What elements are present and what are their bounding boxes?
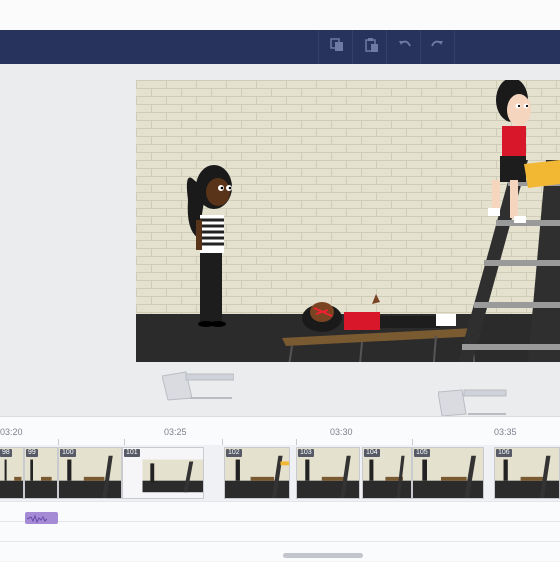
time-label: 03:35 bbox=[494, 427, 517, 437]
scene-thumbnail[interactable]: 106 bbox=[494, 447, 560, 499]
scene-number: 104 bbox=[364, 449, 380, 457]
timeline-panel: 03:20 03:25 03:30 03:35 98 99 100 101 10… bbox=[0, 416, 560, 561]
timeline-track[interactable] bbox=[0, 541, 560, 562]
scene-thumbnail[interactable]: 98 bbox=[0, 447, 24, 499]
paste-button[interactable] bbox=[360, 36, 382, 58]
scene-stage[interactable] bbox=[136, 80, 560, 362]
scene-number: 105 bbox=[414, 449, 430, 457]
timeline-track[interactable] bbox=[0, 501, 560, 522]
copy-button[interactable] bbox=[326, 36, 348, 58]
timeline-track[interactable] bbox=[0, 521, 560, 542]
paste-icon bbox=[363, 37, 379, 58]
toolbar-divider bbox=[454, 30, 455, 64]
undo-button[interactable] bbox=[394, 36, 416, 58]
scene-thumbnail[interactable]: 101 bbox=[122, 447, 204, 499]
scene-thumbnail[interactable]: 103 bbox=[296, 447, 360, 499]
time-label: 03:30 bbox=[330, 427, 353, 437]
toolbar-divider bbox=[386, 30, 387, 64]
redo-icon bbox=[429, 37, 445, 58]
scene-track: 98 99 100 101 102 103 104 105 106 bbox=[0, 445, 560, 501]
audio-clip[interactable] bbox=[25, 512, 58, 524]
undo-icon bbox=[397, 37, 413, 58]
scene-number: 98 bbox=[0, 449, 12, 457]
toolbar-divider bbox=[352, 30, 353, 64]
toolbar-divider bbox=[318, 30, 319, 64]
scene-thumbnail[interactable]: 100 bbox=[58, 447, 122, 499]
time-label: 03:20 bbox=[0, 427, 23, 437]
scene-number: 101 bbox=[124, 449, 140, 457]
time-ruler[interactable]: 03:20 03:25 03:30 03:35 bbox=[0, 417, 560, 445]
scene-number: 100 bbox=[60, 449, 76, 457]
scene-thumbnail[interactable]: 104 bbox=[362, 447, 412, 499]
toolbar-divider bbox=[420, 30, 421, 64]
scene-thumbnail[interactable]: 102 bbox=[224, 447, 290, 499]
redo-button[interactable] bbox=[426, 36, 448, 58]
scene-number: 103 bbox=[298, 449, 314, 457]
browser-top-strip bbox=[0, 0, 560, 31]
editor-toolbar bbox=[0, 30, 560, 64]
copy-icon bbox=[329, 37, 345, 58]
scene-thumbnail[interactable]: 105 bbox=[412, 447, 484, 499]
scene-thumbnail[interactable]: 99 bbox=[24, 447, 58, 499]
timeline-horizontal-scrollbar[interactable] bbox=[283, 553, 363, 558]
scene-number: 99 bbox=[26, 449, 38, 457]
scene-number: 106 bbox=[496, 449, 512, 457]
offstage-chair-left[interactable] bbox=[161, 370, 235, 407]
time-label: 03:25 bbox=[164, 427, 187, 437]
scene-number: 102 bbox=[226, 449, 242, 457]
